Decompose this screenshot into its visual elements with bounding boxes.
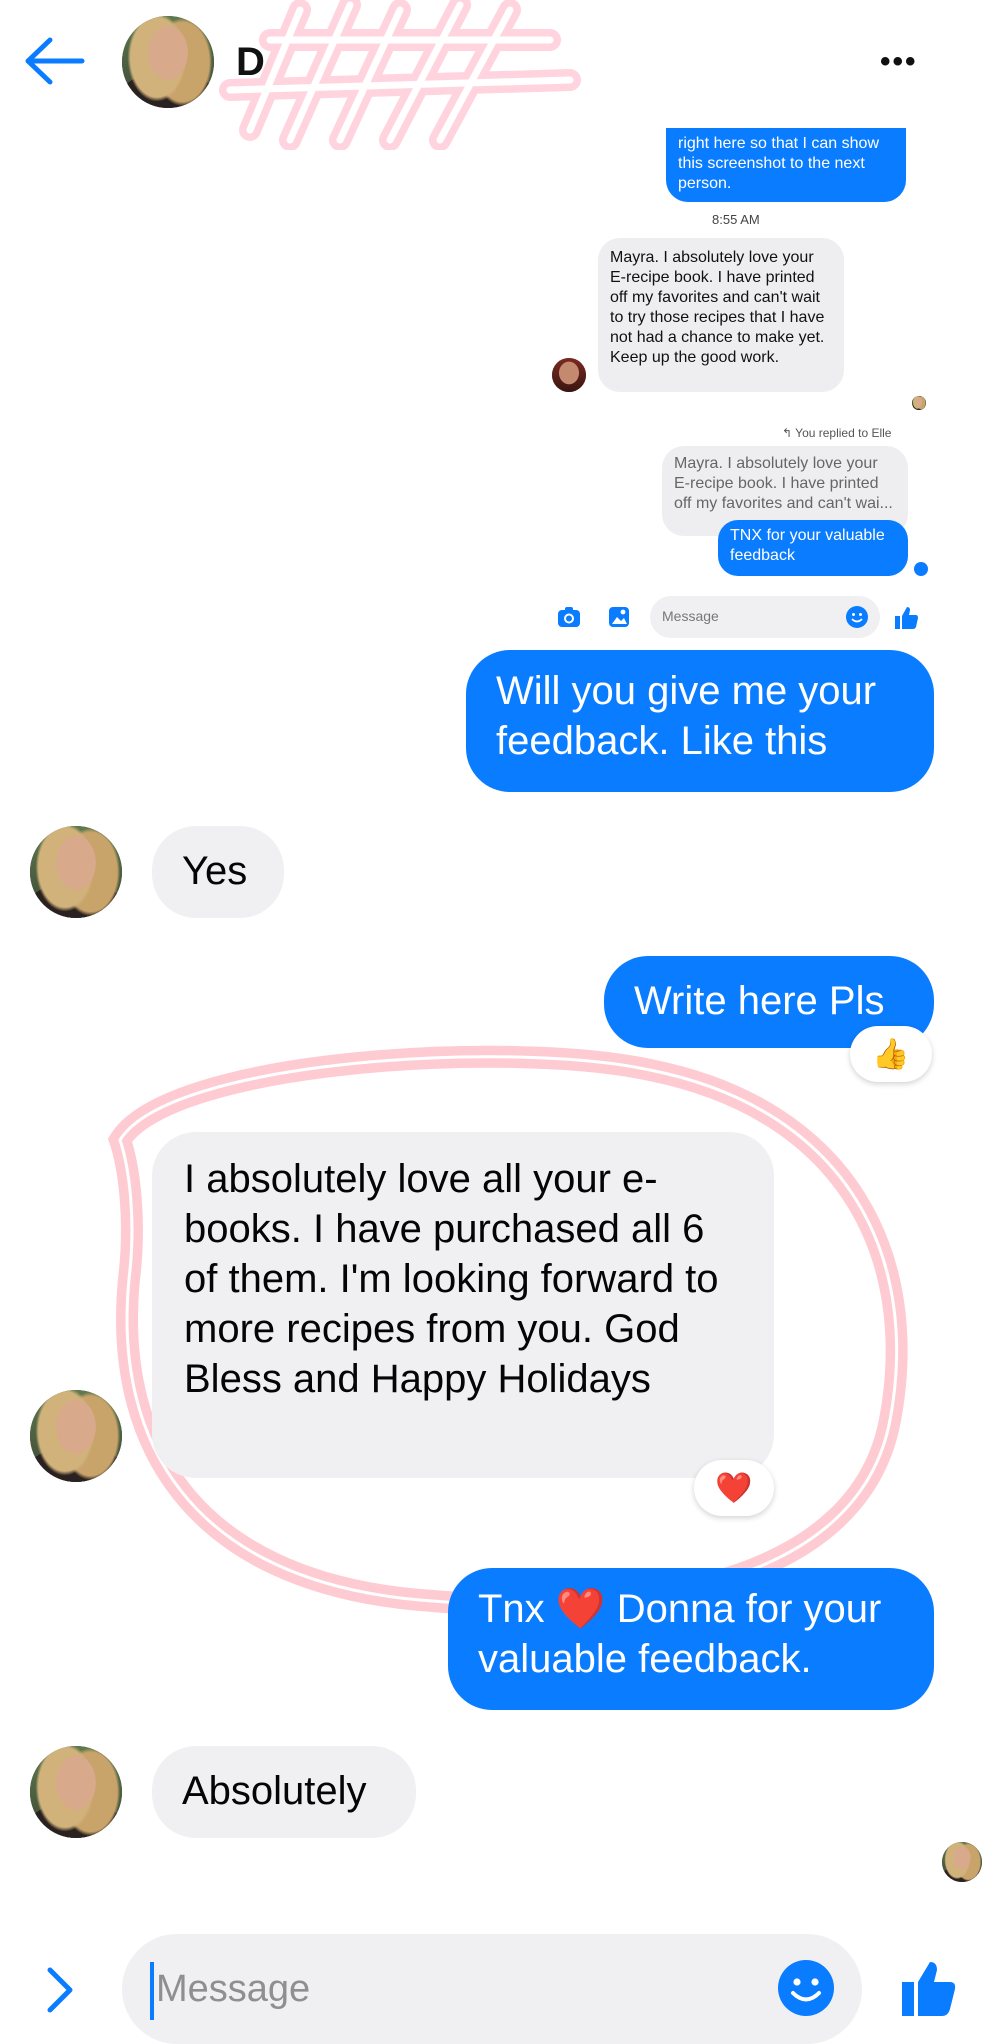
more-options-button[interactable]: ••• [880, 42, 928, 82]
reaction-badge[interactable]: ❤️ [694, 1460, 774, 1516]
gallery-icon [609, 607, 629, 627]
screenshot-review-message: Mayra. I absolutely love your E-recipe b… [598, 238, 844, 392]
message-bubble-received[interactable]: Yes [152, 826, 284, 918]
arrow-left-icon [25, 37, 85, 85]
sender-avatar[interactable] [30, 826, 122, 918]
camera-icon [558, 607, 580, 627]
text-caret [150, 1962, 154, 2020]
thumbs-up-icon [895, 607, 918, 629]
more-horizontal-icon: ••• [880, 45, 918, 78]
message-bubble-sent[interactable]: Tnx ❤️ Donna for your valuable feedback. [448, 1568, 934, 1710]
sender-avatar[interactable] [30, 1390, 122, 1482]
contact-avatar[interactable] [122, 16, 214, 108]
screenshot-replied-label: ↰ You replied to Elle [782, 426, 892, 440]
screenshot-delivered-icon [914, 562, 928, 576]
emoji-icon [778, 1960, 834, 2016]
reply-icon: ↰ [782, 426, 796, 440]
screenshot-seen-avatar [912, 396, 926, 410]
heart-emoji: ❤️ [715, 1471, 753, 1505]
message-input-placeholder: Message [156, 1968, 311, 2010]
heart-emoji: ❤️ [555, 1587, 606, 1631]
message-bubble-sent[interactable]: Will you give me your feedback. Like thi… [466, 650, 934, 792]
emoji-button[interactable] [776, 1958, 836, 2018]
thumbs-up-icon [902, 1962, 956, 2016]
screenshot-reply-message: TNX for your valuable feedback [718, 520, 908, 576]
like-button[interactable] [898, 1956, 962, 2020]
back-button[interactable] [22, 36, 88, 86]
expand-actions-button[interactable] [40, 1960, 80, 2020]
chevron-right-icon [47, 1967, 73, 2013]
sender-avatar[interactable] [30, 1746, 122, 1838]
screenshot-sent-message: right here so that I can show this scree… [666, 128, 906, 202]
message-bubble-received[interactable]: Absolutely [152, 1746, 416, 1838]
seen-receipt-avatar [942, 1842, 982, 1882]
redaction-scribble [219, 0, 581, 150]
screenshot-timestamp: 8:55 AM [712, 212, 760, 227]
screenshot-sender-avatar [552, 358, 586, 392]
message-bubble-received[interactable]: I absolutely love all your e-books. I ha… [152, 1132, 774, 1478]
screenshot-composer-field: Message [650, 596, 880, 638]
emoji-icon [846, 606, 868, 628]
